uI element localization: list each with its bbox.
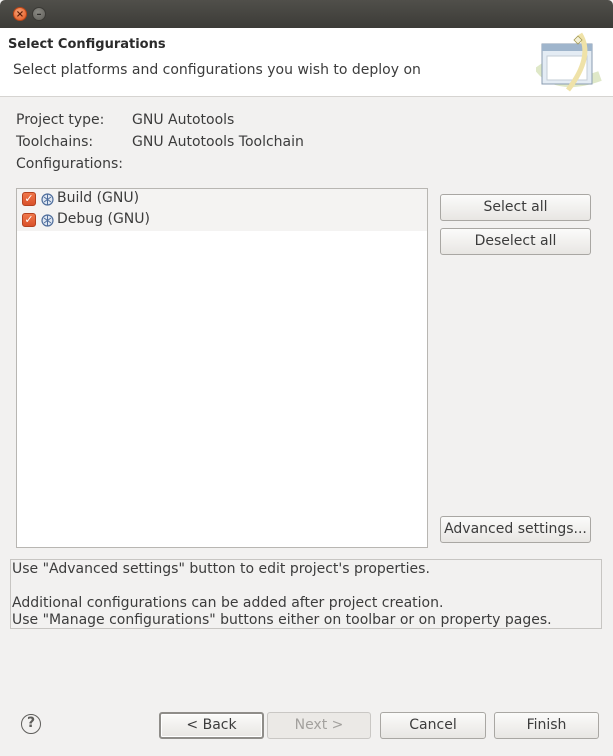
page-description: Select platforms and configurations you … [13,62,421,78]
wizard-banner-icon [536,32,602,92]
info-line: Use "Advanced settings" button to edit p… [12,561,430,577]
toolchains-label: Toolchains: [16,134,94,150]
back-button[interactable]: < Back [159,712,264,739]
configuration-label: Debug (GNU) [57,211,150,227]
configurations-list[interactable]: ✓ Build (GNU) ✓ Debug (GNU) [16,188,428,548]
help-icon[interactable]: ? [21,714,41,734]
page-title: Select Configurations [8,37,166,52]
configuration-label: Build (GNU) [57,190,140,206]
project-type-value: GNU Autotools [132,112,235,128]
project-type-label: Project type: [16,112,105,128]
configuration-checkbox[interactable]: ✓ [22,213,36,227]
list-item[interactable]: ✓ Debug (GNU) [17,210,427,231]
info-message-box: Use "Advanced settings" button to edit p… [10,559,602,629]
list-item[interactable]: ✓ Build (GNU) [17,189,427,210]
configuration-icon [41,193,54,206]
configuration-checkbox[interactable]: ✓ [22,192,36,206]
finish-button[interactable]: Finish [494,712,599,739]
cancel-button[interactable]: Cancel [380,712,486,739]
select-all-button[interactable]: Select all [440,194,591,221]
window-close-button[interactable]: × [13,7,27,21]
deselect-all-button[interactable]: Deselect all [440,228,591,255]
toolchains-value: GNU Autotools Toolchain [132,134,304,150]
info-line: Use "Manage configurations" buttons eith… [12,612,552,628]
configurations-label: Configurations: [16,156,123,172]
window-titlebar: × – [0,0,613,28]
advanced-settings-button[interactable]: Advanced settings... [440,516,591,543]
window-minimize-button[interactable]: – [32,7,46,21]
configuration-icon [41,214,54,227]
wizard-header: Select Configurations Select platforms a… [0,28,613,97]
info-line: Additional configurations can be added a… [12,595,444,611]
next-button[interactable]: Next > [267,712,371,739]
